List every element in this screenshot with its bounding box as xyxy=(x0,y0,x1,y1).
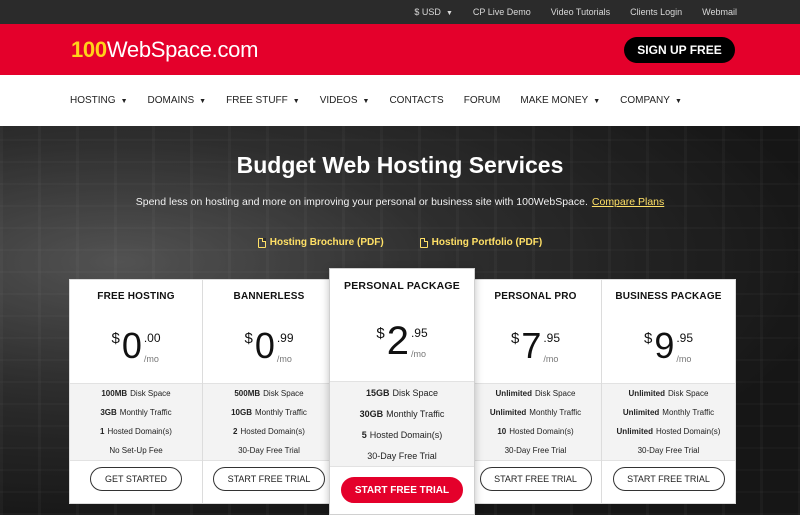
compare-plans-link[interactable]: Compare Plans xyxy=(592,196,664,208)
caret-down-icon: ▼ xyxy=(199,98,207,105)
hero-title: Budget Web Hosting Services xyxy=(236,152,564,178)
caret-down-icon: ▼ xyxy=(120,98,128,105)
plan-cta-button-personal-package[interactable]: START FREE TRIAL xyxy=(341,477,463,503)
feature-label: Hosted Domain(s) xyxy=(369,429,443,440)
plan-features: 15GB Disk Space 30GB Monthly Traffic 5 Hosted… xyxy=(330,381,474,467)
nav-item-company[interactable]: COMPANY ▼ xyxy=(620,95,682,106)
price-amount: 2 xyxy=(386,319,409,363)
price-cents: .95 xyxy=(410,326,428,340)
caret-down-icon: ▼ xyxy=(593,98,601,105)
plan-feature: 30-Day Free Trial xyxy=(330,445,474,466)
top-utility-bar: $ USD ▼ CP Live Demo Video Tutorials Clie… xyxy=(0,0,800,24)
pdf-file-icon xyxy=(257,237,266,248)
link-cp-live-demo[interactable]: CP Live Demo xyxy=(473,7,531,17)
pdf-links: Hosting Brochure (PDF) Hosting Portfolio… xyxy=(0,237,800,248)
plan-price: $2.95/mo xyxy=(330,321,474,365)
nav-item-label: FREE STUFF xyxy=(226,95,288,106)
caret-down-icon: ▼ xyxy=(445,10,453,17)
feature-label: 30-Day Free Trial xyxy=(367,450,437,461)
logo-name: WebSpace.com xyxy=(106,37,259,62)
caret-down-icon: ▼ xyxy=(674,98,682,105)
utility-links: $ USD ▼ CP Live Demo Video Tutorials Clie… xyxy=(414,0,737,24)
nav-item-videos[interactable]: VIDEOS ▼ xyxy=(320,95,370,106)
hosting-portfolio-label: Hosting Portfolio (PDF) xyxy=(431,237,543,248)
nav-item-forum[interactable]: FORUM xyxy=(464,95,501,106)
hosting-brochure-label: Hosting Brochure (PDF) xyxy=(269,237,384,248)
currency-selector[interactable]: $ USD ▼ xyxy=(414,7,452,17)
nav-item-label: CONTACTS xyxy=(389,95,444,106)
logo-number: 100 xyxy=(71,37,107,62)
hero-subtitle-text: Spend less on hosting and more on improv… xyxy=(135,196,588,208)
currency-label: $ USD xyxy=(414,7,441,17)
sign-up-free-button[interactable]: SIGN UP FREE xyxy=(624,37,735,63)
hero-subtitle: Spend less on hosting and more on improv… xyxy=(0,196,800,208)
feature-value: 30GB xyxy=(359,408,384,419)
nav-item-domains[interactable]: DOMAINS ▼ xyxy=(148,95,207,106)
hosting-portfolio-link[interactable]: Hosting Portfolio (PDF) xyxy=(419,237,543,248)
link-video-tutorials[interactable]: Video Tutorials xyxy=(551,7,610,17)
nav-item-label: HOSTING xyxy=(70,95,116,106)
plan-feature: 5 Hosted Domain(s) xyxy=(330,424,474,445)
feature-value: 5 xyxy=(361,429,367,440)
nav-item-free-stuff[interactable]: FREE STUFF ▼ xyxy=(226,95,300,106)
caret-down-icon: ▼ xyxy=(362,98,370,105)
plan-feature: 15GB Disk Space xyxy=(330,382,474,403)
nav-item-label: FORUM xyxy=(463,95,501,106)
nav-item-label: VIDEOS xyxy=(319,95,358,106)
site-logo[interactable]: 100 WebSpace.com xyxy=(71,37,258,63)
hosting-brochure-link[interactable]: Hosting Brochure (PDF) xyxy=(257,237,384,248)
feature-value: 15GB xyxy=(365,387,390,398)
plan-card-personal-package: PERSONAL PACKAGE $2.95/mo 15GB Disk Space 30… xyxy=(329,268,475,515)
price-currency: $ xyxy=(376,325,385,342)
plan-name: PERSONAL PACKAGE xyxy=(344,280,460,292)
nav-item-make-money[interactable]: MAKE MONEY ▼ xyxy=(520,95,600,106)
plan-feature: 30GB Monthly Traffic xyxy=(330,403,474,424)
nav-item-label: MAKE MONEY xyxy=(520,95,589,106)
nav-item-label: COMPANY xyxy=(620,95,670,106)
nav-item-label: DOMAINS xyxy=(147,95,195,106)
main-nav: HOSTING ▼ DOMAINS ▼ FREE STUFF ▼ VIDEOS ▼ CONTAC… xyxy=(0,75,800,126)
feature-label: Disk Space xyxy=(392,387,439,398)
link-webmail[interactable]: Webmail xyxy=(702,7,737,17)
pdf-file-icon xyxy=(419,237,428,248)
price-period: /mo xyxy=(410,349,426,359)
nav-item-contacts[interactable]: CONTACTS xyxy=(389,95,443,106)
feature-label: Monthly Traffic xyxy=(386,408,445,419)
caret-down-icon: ▼ xyxy=(292,98,300,105)
link-clients-login[interactable]: Clients Login xyxy=(630,7,682,17)
nav-menu: HOSTING ▼ DOMAINS ▼ FREE STUFF ▼ VIDEOS ▼ CONTAC… xyxy=(70,75,682,126)
nav-item-hosting[interactable]: HOSTING ▼ xyxy=(70,95,128,106)
